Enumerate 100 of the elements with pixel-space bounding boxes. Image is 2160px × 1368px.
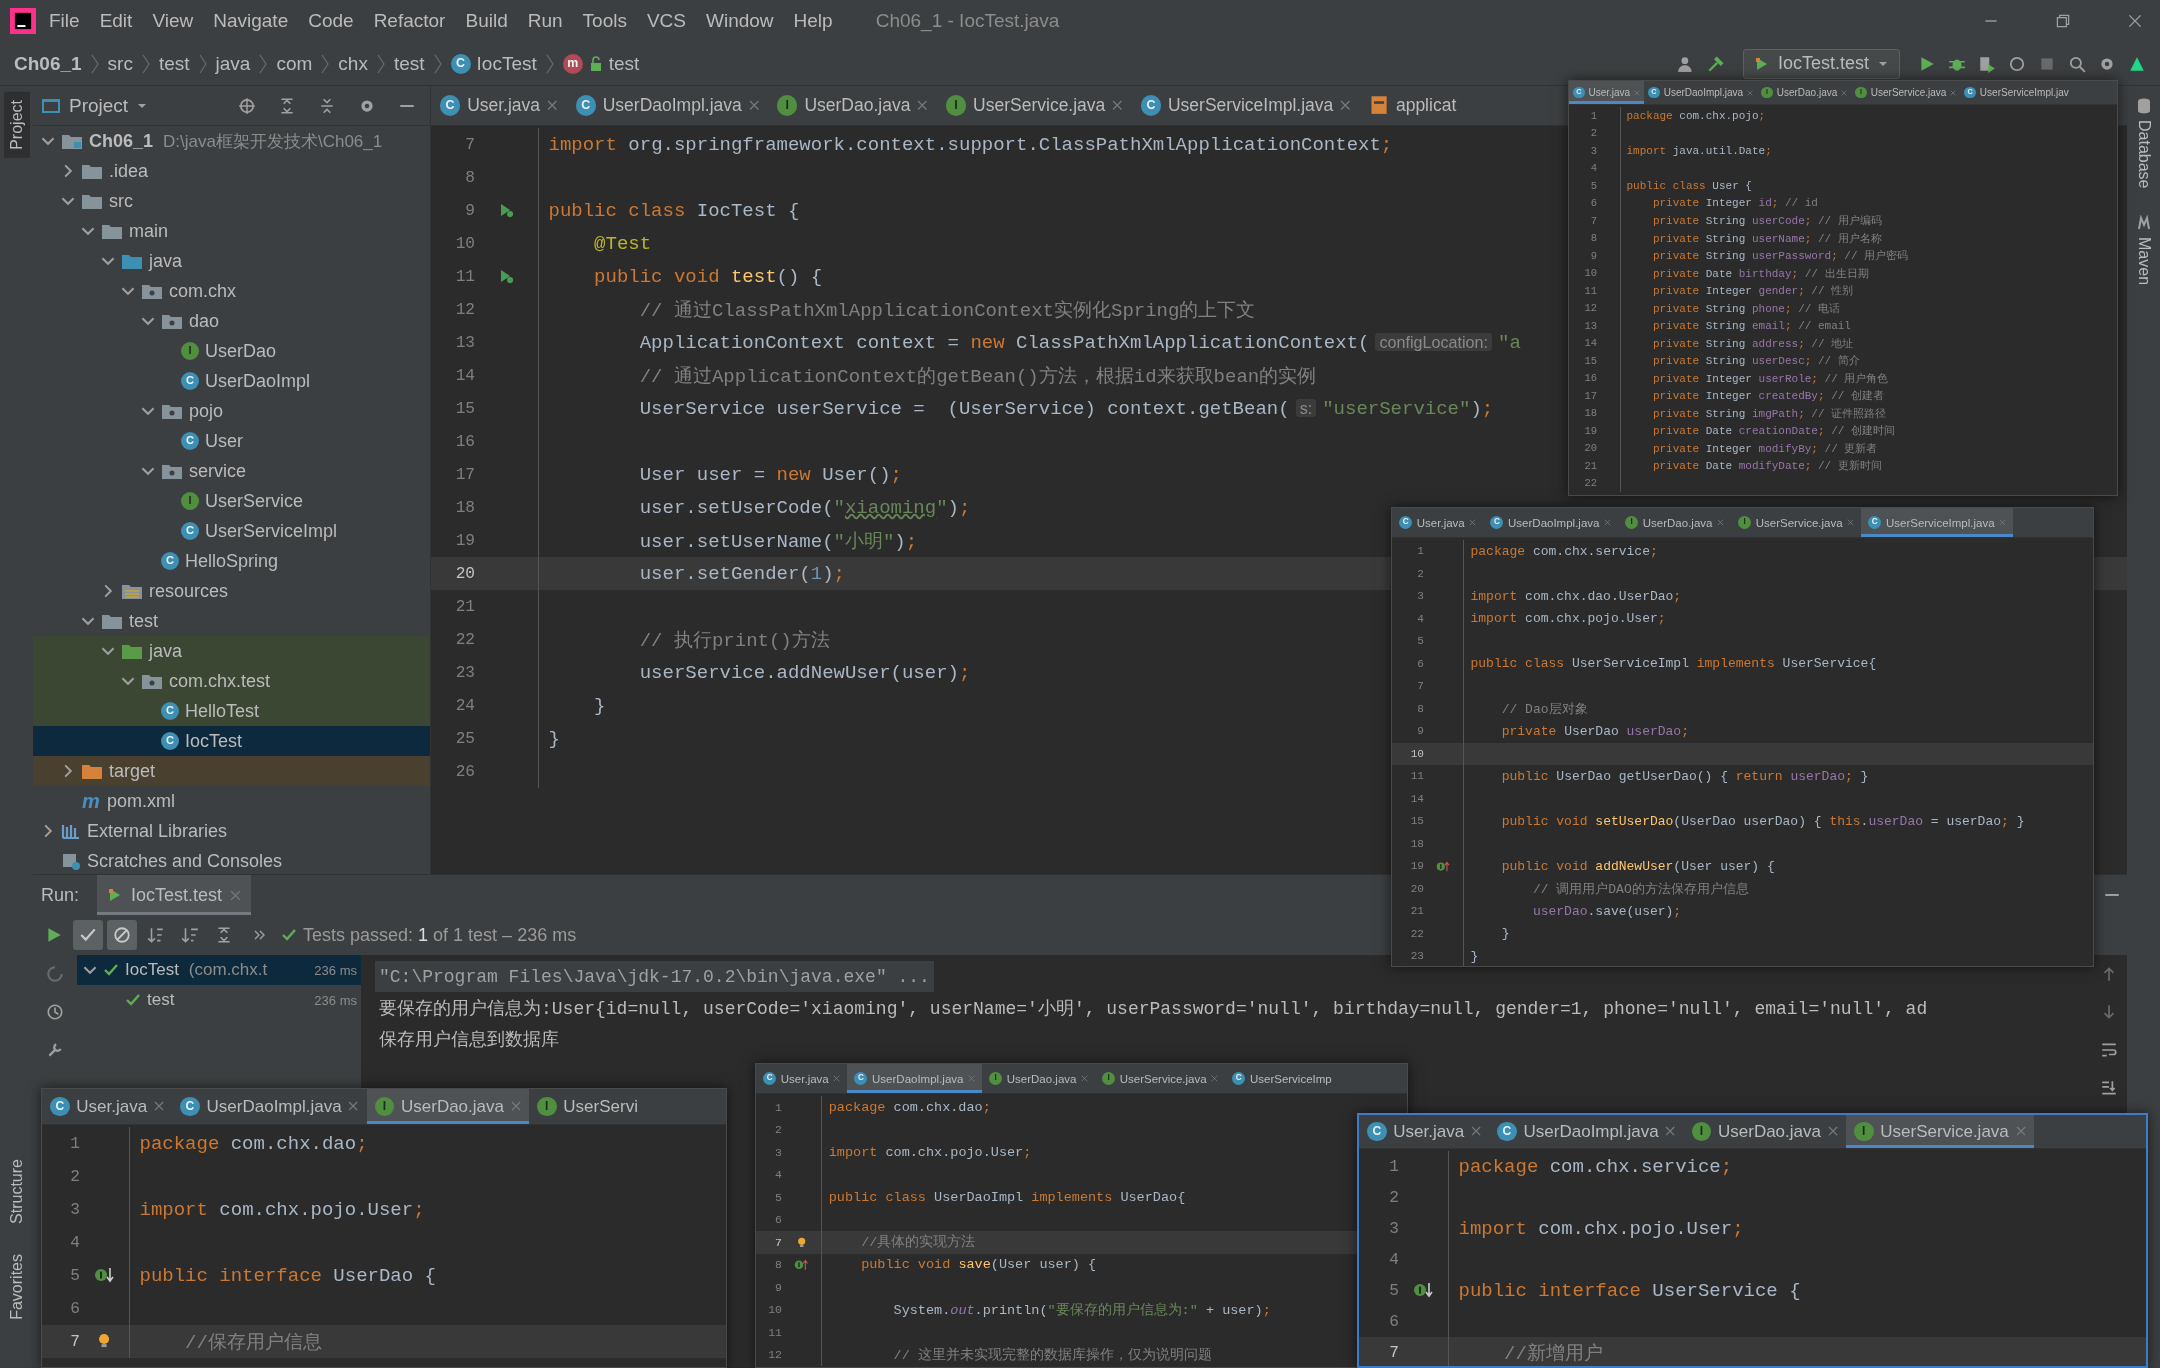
editor-tab[interactable]: C UserServiceImp [1225,1064,1339,1093]
menu-item[interactable]: Refactor [366,6,453,36]
tool-window-tab[interactable]: Maven [2130,208,2157,291]
run-config-dropdown[interactable]: IocTest.test [1742,48,1900,79]
close-icon[interactable] [154,1101,165,1112]
close-icon[interactable] [1827,1126,1838,1137]
implemented-icon[interactable] [1413,1282,1434,1299]
bulb-icon[interactable] [795,1236,808,1248]
editor-tab[interactable]: I UserService.java [1845,1115,2034,1148]
tree-item[interactable]: target [33,756,430,786]
close-icon[interactable] [547,100,558,111]
tree-item[interactable]: pojo [33,396,430,426]
editor-tab[interactable]: C UserServiceImpl.java [1861,508,2014,537]
more-icon[interactable] [253,928,267,942]
menu-item[interactable]: Build [458,6,515,36]
tree-item[interactable]: C HelloSpring [33,546,430,576]
menu-item[interactable]: Help [786,6,840,36]
test-item[interactable]: test 236 ms [77,985,361,1015]
close-icon[interactable] [1211,1075,1219,1082]
editor-tab[interactable]: C User.java [42,1089,173,1124]
breadcrumb[interactable]: com [276,52,313,75]
editor-tab[interactable]: applicat [1359,86,1466,125]
tree-item[interactable]: C UserDaoImpl [33,366,430,396]
tree-item[interactable]: I UserDao [33,336,430,366]
editor-tab[interactable]: I UserService.java [936,86,1132,125]
close-icon[interactable] [1471,1126,1482,1137]
close-icon[interactable] [1081,1075,1088,1082]
tree-item[interactable]: External Libraries [33,816,430,846]
project-view-dropdown[interactable]: Project [41,94,149,117]
tree-item[interactable]: service [33,456,430,486]
implemented-icon[interactable] [94,1267,115,1284]
close-icon[interactable] [1665,1126,1676,1137]
tree-item[interactable]: resources [33,576,430,606]
menu-item[interactable]: Edit [92,6,140,36]
show-passed-toggle[interactable] [73,920,103,950]
tree-item[interactable]: Scratches and Consoles [33,846,430,876]
run-icon[interactable] [498,202,515,219]
editor-tab[interactable]: C User.java [1392,508,1484,537]
editor-tab[interactable]: C User.java [1359,1115,1490,1148]
menu-item[interactable]: View [145,6,201,36]
editor-tab[interactable]: C UserDaoImpl.java [1489,1115,1684,1148]
tool-window-tab[interactable]: Favorites [3,1246,30,1328]
close-icon[interactable] [748,100,760,111]
breadcrumb[interactable]: chx [338,52,368,75]
menu-item[interactable]: Code [301,6,361,36]
menu-item[interactable]: Window [699,6,781,36]
close-icon[interactable] [1340,100,1351,111]
tree-item[interactable]: java [33,246,430,276]
menu-item[interactable]: VCS [639,6,693,36]
close-icon[interactable] [1847,519,1855,526]
tree-item[interactable]: java [33,636,430,666]
tree-item[interactable]: dao [33,306,430,336]
editor-tab[interactable]: C User.java [756,1064,848,1093]
tool-window-tab[interactable]: Database [2130,92,2157,195]
tree-item[interactable]: com.chx [33,276,430,306]
close-icon[interactable] [1717,519,1724,526]
editor-tab[interactable]: C UserDaoImpl.java [1483,508,1618,537]
editor-tab[interactable]: C UserDaoImpl.java [172,1089,367,1124]
breadcrumb[interactable]: C IocTest [450,52,537,75]
close-icon[interactable] [1112,100,1123,111]
menu-item[interactable]: Run [520,6,570,36]
editor-tab[interactable]: C UserDaoImpl.java [566,86,769,125]
implements-icon[interactable] [1436,860,1451,872]
close-icon[interactable] [1604,519,1611,526]
breadcrumb[interactable]: src [107,52,133,75]
tree-item[interactable]: test [33,606,430,636]
tree-item[interactable]: I UserService [33,486,430,516]
breadcrumb[interactable]: java [215,52,251,75]
menu-item[interactable]: Navigate [206,6,296,36]
tree-item[interactable]: C UserServiceImpl [33,516,430,546]
editor-tab[interactable]: I UserDao.java [1617,508,1731,537]
tree-item[interactable]: main [33,216,430,246]
close-icon[interactable] [833,1075,841,1082]
tree-item[interactable]: C HelloTest [33,696,430,726]
editor-tab[interactable]: I UserService.java [1730,508,1862,537]
breadcrumb[interactable]: m test [562,52,640,75]
editor-tab[interactable]: I UserDao.java [981,1064,1095,1093]
breadcrumb[interactable]: test [158,52,190,75]
editor-tab[interactable]: C User.java [431,86,567,125]
close-icon[interactable] [348,1101,359,1112]
breadcrumb[interactable]: Ch06_1 [14,52,82,75]
run-icon[interactable] [498,268,515,285]
editor-tab[interactable]: C UserServiceImpl.java [1131,86,1360,125]
run-tab[interactable]: IocTest.test [97,875,252,915]
implements-icon[interactable] [794,1259,809,1271]
tool-window-tab[interactable]: Structure [3,1151,30,1233]
tool-window-tab[interactable]: Project [3,92,30,158]
test-item[interactable]: IocTest (com.chx.t 236 ms [77,955,361,985]
editor-tab[interactable]: I UserDao.java [768,86,937,125]
tree-item[interactable]: m pom.xml [33,786,430,816]
tree-item[interactable]: .idea [33,156,430,186]
menu-item[interactable]: File [42,6,87,36]
editor-tab[interactable]: I UserServi [528,1089,646,1124]
tree-item[interactable]: Ch06_1 D:\java框架开发技术\Ch06_1 [33,126,430,156]
close-icon[interactable] [1469,519,1477,526]
show-ignored-toggle[interactable] [107,920,137,950]
breadcrumb[interactable]: test [393,52,425,75]
editor-tab[interactable]: C UserDaoImpl.java [847,1064,982,1093]
editor-tab[interactable]: I UserDao.java [366,1089,529,1124]
editor-tab[interactable]: I UserDao.java [1683,1115,1846,1148]
